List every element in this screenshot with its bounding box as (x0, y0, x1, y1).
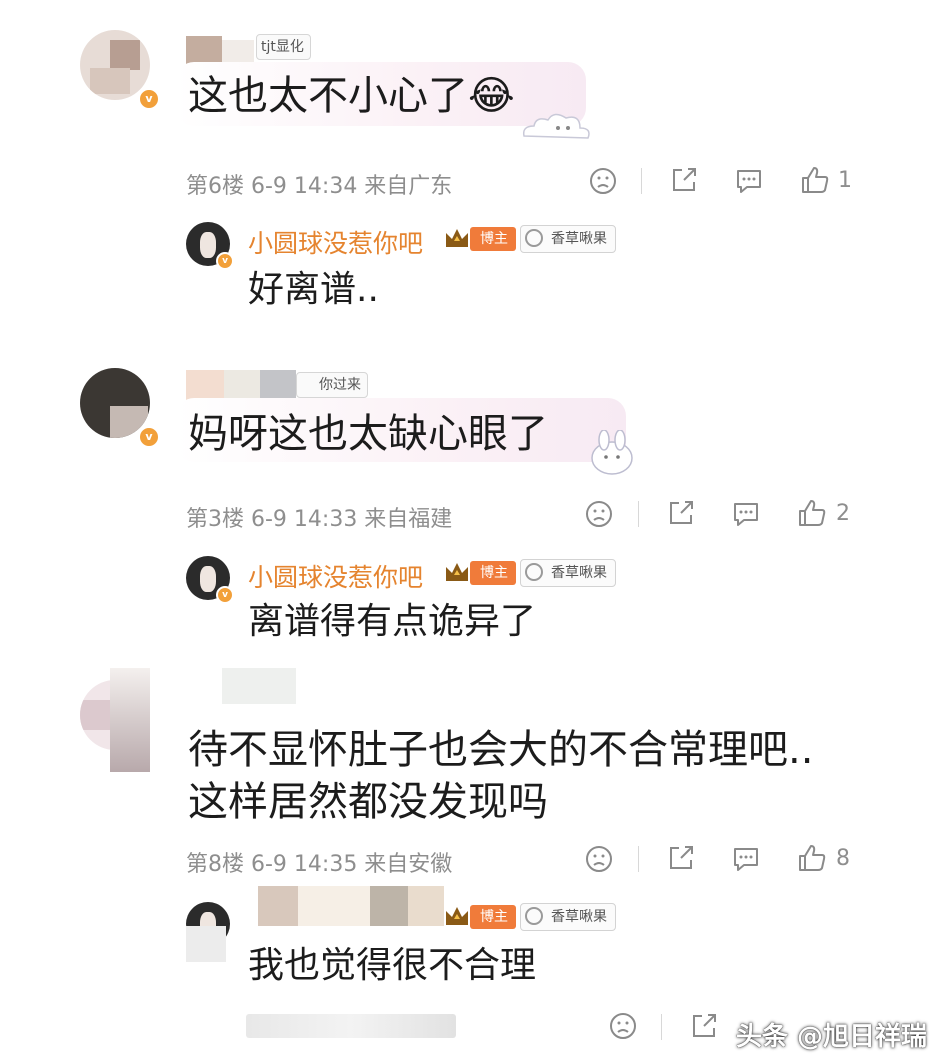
share-icon[interactable] (670, 166, 698, 194)
group-tag: 香草啾果 (520, 903, 616, 931)
blogger-badge: 博主 (470, 227, 516, 251)
flower-icon (525, 563, 543, 581)
username-blurred[interactable] (110, 668, 150, 772)
avatar[interactable] (80, 30, 150, 100)
comment-icon[interactable] (735, 167, 763, 195)
like-icon[interactable] (797, 843, 827, 873)
verified-icon: v (138, 88, 160, 110)
comment-text: 这也太不小心了😂 (188, 73, 515, 119)
comment-text-line2: 这样居然都没发现吗 (188, 779, 548, 825)
crown-icon (446, 229, 468, 247)
reply-text: 我也觉得很不合理 (248, 945, 537, 986)
comment-meta: 第6楼 6-9 14:34 来自广东 (186, 174, 453, 199)
divider (661, 1014, 662, 1040)
divider (641, 168, 642, 194)
dislike-icon[interactable] (589, 167, 617, 195)
comment-meta: 第3楼 6-9 14:33 来自福建 (186, 507, 453, 532)
comment-text: 妈呀这也太缺心眼了 (188, 411, 548, 457)
reply-text: 好离谱.. (248, 269, 379, 310)
crown-icon (446, 563, 468, 581)
share-icon[interactable] (667, 499, 695, 527)
divider (638, 501, 639, 527)
reply-text: 离谱得有点诡异了 (248, 601, 537, 642)
blogger-badge: 博主 (470, 905, 516, 929)
verified-icon: v (138, 426, 160, 448)
avatar[interactable] (80, 368, 150, 438)
share-icon[interactable] (667, 844, 695, 872)
blurred-meta (246, 1014, 456, 1038)
fan-badge: tjt显化 (256, 34, 311, 60)
crown-icon (446, 907, 468, 925)
fan-badge: 你过来 (296, 372, 368, 398)
reply-username-blurred[interactable] (186, 926, 226, 962)
flower-icon (525, 229, 543, 247)
watermark: 头条 @旭日祥瑞 (736, 1022, 928, 1052)
verified-icon: v (216, 586, 234, 604)
group-tag: 香草啾果 (520, 225, 616, 253)
dislike-icon[interactable] (585, 845, 613, 873)
comment-text-line1: 待不显怀肚子也会大的不合常理吧.. (188, 727, 814, 773)
reply-username[interactable]: 小圆球没惹你吧 (248, 558, 423, 594)
like-icon[interactable] (800, 165, 830, 195)
like-count: 2 (836, 501, 850, 526)
comment-icon[interactable] (732, 845, 760, 873)
like-count: 1 (838, 168, 852, 193)
comment-meta: 第8楼 6-9 14:35 来自安徽 (186, 852, 453, 877)
like-count: 8 (836, 846, 850, 871)
like-icon[interactable] (797, 498, 827, 528)
bunny-decoration-icon (591, 430, 633, 475)
verified-icon: v (216, 252, 234, 270)
cloud-decoration-icon (522, 113, 590, 139)
dislike-icon[interactable] (585, 500, 613, 528)
blogger-badge: 博主 (470, 561, 516, 585)
reply-username[interactable]: 小圆球没惹你吧 (248, 224, 423, 260)
dislike-icon[interactable] (609, 1012, 637, 1040)
flower-icon (525, 907, 543, 925)
group-tag: 香草啾果 (520, 559, 616, 587)
share-icon[interactable] (690, 1012, 718, 1040)
divider (638, 846, 639, 872)
comment-icon[interactable] (732, 500, 760, 528)
